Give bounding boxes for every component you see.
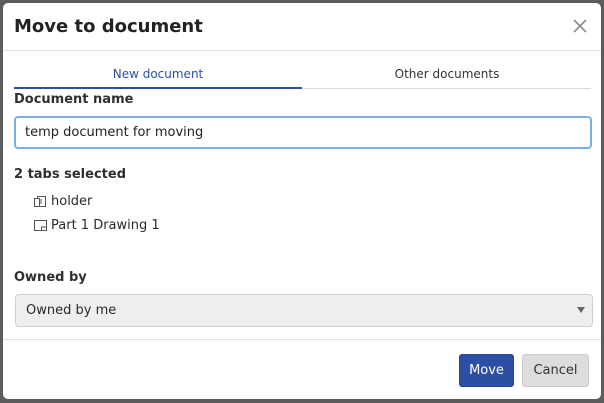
chevron-down-icon (577, 307, 585, 313)
close-icon (573, 19, 587, 33)
close-button[interactable] (569, 15, 591, 37)
move-to-document-dialog: Move to document New document Other docu… (3, 3, 601, 399)
owned-by-label: Owned by (14, 270, 87, 285)
tab-bar: New document Other documents (14, 63, 591, 89)
selection-summary: 2 tabs selected (14, 167, 126, 182)
selected-tab-item-drawing: Part 1 Drawing 1 (33, 216, 160, 234)
drawing-icon (33, 218, 48, 233)
document-name-input[interactable] (14, 116, 592, 149)
document-name-label: Document name (14, 92, 134, 107)
assembly-icon (33, 194, 48, 209)
selected-tab-label: holder (51, 193, 93, 209)
owned-by-select[interactable]: Owned by me (15, 294, 593, 327)
selected-tab-label: Part 1 Drawing 1 (51, 217, 160, 233)
dialog-footer: Move Cancel (3, 339, 601, 399)
cancel-button[interactable]: Cancel (522, 354, 589, 387)
dialog-header: Move to document (3, 3, 601, 51)
tab-other-documents[interactable]: Other documents (303, 63, 591, 89)
tab-new-document[interactable]: New document (14, 63, 302, 89)
selected-tab-item-holder: holder (33, 192, 92, 210)
owned-by-selected-value: Owned by me (26, 303, 117, 318)
move-button[interactable]: Move (459, 354, 514, 387)
dialog-title: Move to document (14, 16, 203, 37)
